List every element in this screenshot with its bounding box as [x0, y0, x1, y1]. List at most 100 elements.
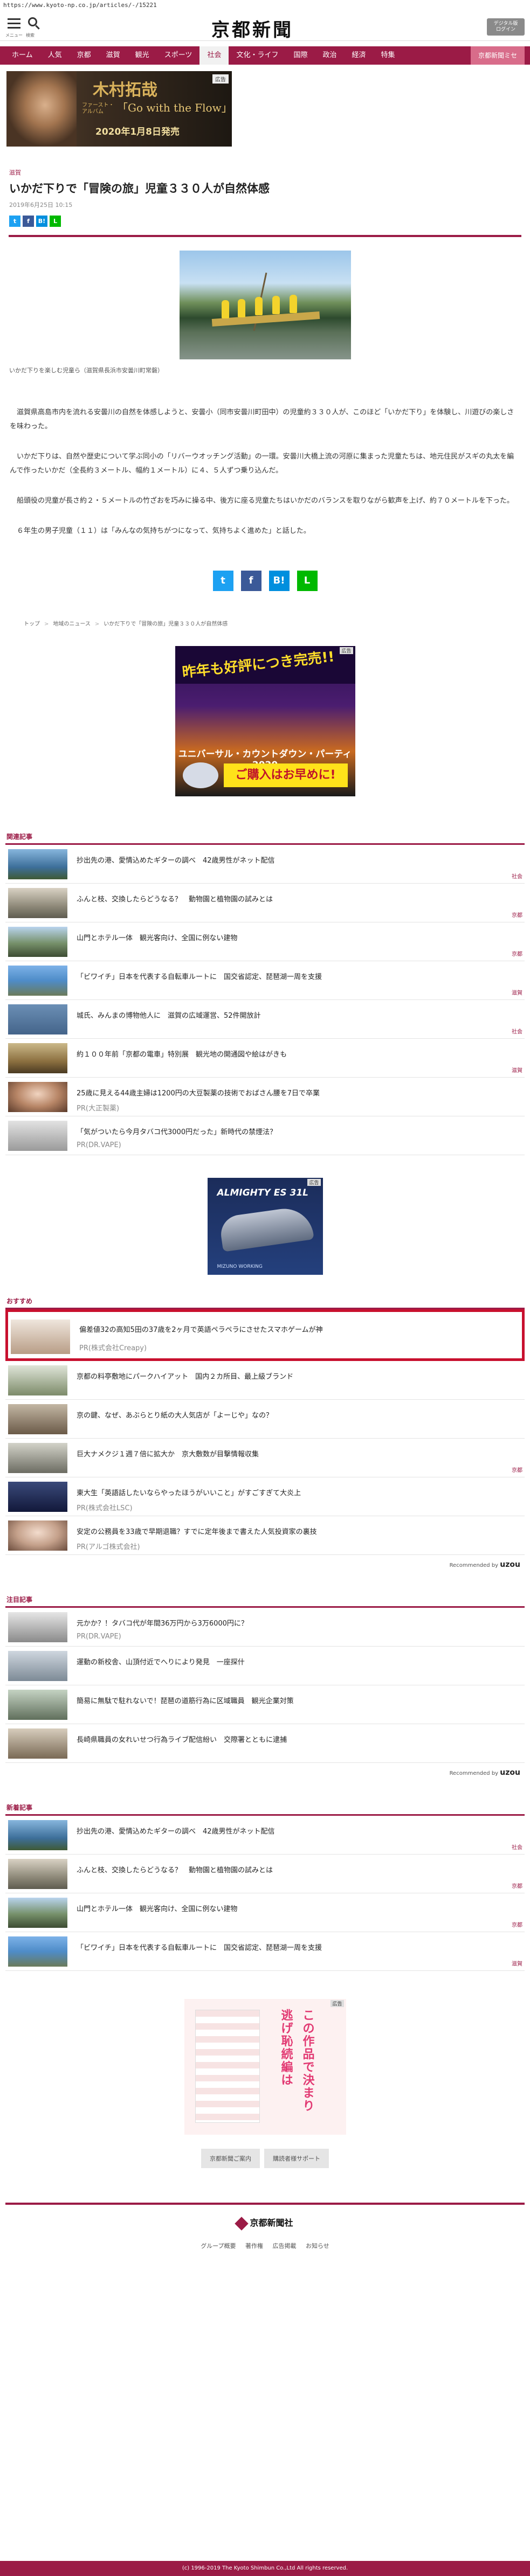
company-mark-icon [235, 2216, 249, 2231]
breadcrumb-current: いかだ下りで「冒険の旅」児童３３０人が自然体感 [104, 621, 228, 627]
manga-cover [195, 2010, 260, 2123]
list-item[interactable]: 運動の新校舎、山頂付近でへりにより発見 一座探什 [5, 1647, 525, 1685]
hamburger-menu-icon[interactable] [8, 18, 20, 31]
digital-login-button[interactable]: デジタル版 ログイン [487, 18, 525, 36]
artist-photo [6, 71, 77, 147]
list-item[interactable]: 元かか？！タバコ代が年間36万円から3万6000円に？ PR(DR.VAPE) [5, 1608, 525, 1647]
ad-brand: ALMIGHTY ES 31L [217, 1188, 309, 1198]
nav-kyoto[interactable]: 京都 [70, 46, 99, 65]
list-item[interactable]: 約１００年前「京都の電車」特別展 観光地の開通図や絵はがきも 滋賀 [5, 1039, 525, 1078]
article-photo[interactable] [179, 251, 351, 359]
artist-name: 木村拓哉 [93, 81, 157, 100]
nav-economy[interactable]: 経済 [345, 46, 374, 65]
nav-features[interactable]: 特集 [374, 46, 403, 65]
list-item[interactable]: 城氏、みんまの博物他人に 滋賀の広域運営、52件開放計 社会 [5, 1000, 525, 1039]
nav-culture[interactable]: 文化・ライフ [229, 46, 286, 65]
list-item[interactable]: 巨大ナメクジ１週７倍に拡大か 京大敷数が目撃情報収集 京都 [5, 1439, 525, 1477]
list-item[interactable]: ふんと枝、交換したらどうなる？ 動物園と植物園の試みとは 京都 [5, 1855, 525, 1893]
menu-label: メニュー [5, 33, 23, 38]
search-icon[interactable] [28, 17, 40, 30]
nav-society[interactable]: 社会 [199, 46, 229, 65]
search-label: 検索 [26, 33, 35, 38]
release-date: 2020年1月8日発売 [95, 127, 180, 137]
ad-label: 広告 [212, 74, 229, 84]
list-item[interactable]: 山門とホテル一体 観光客向け、全国に例ない建物 京都 [5, 1893, 525, 1932]
list-item[interactable]: ふんと枝、交換したらどうなる？ 動物園と植物園の試みとは 京都 [5, 884, 525, 922]
list-item[interactable]: 抄出先の港、愛情込めたギターの調べ 42歳男性がネット配信 社会 [5, 845, 525, 884]
facebook-share-icon[interactable]: f [23, 216, 34, 227]
ad-manga[interactable]: 逃げ恥続編は この作品で決まり 広告 [184, 1999, 346, 2135]
list-item[interactable]: 「ビワイチ」日本を代表する自転車ルートに 国交省認定、琵琶湖一周を支援 滋賀 [5, 1932, 525, 1971]
ad-label: 広告 [331, 2000, 344, 2007]
shoe-image [218, 1205, 314, 1252]
article-section[interactable]: 滋賀 [9, 168, 530, 177]
powered-by: Recommended by uzou [449, 1768, 520, 1777]
ad-line-1: 逃げ恥続編は [281, 2009, 293, 2087]
latest-section: 新着記事 抄出先の港、愛情込めたギターの調べ 42歳男性がネット配信 社会 ふんと… [0, 1803, 530, 1971]
divider [9, 235, 521, 237]
divider [5, 2203, 525, 2205]
breadcrumb-section[interactable]: 地域のニュース [53, 621, 91, 627]
article-paragraph: 滋賀県高島市内を流れる安曇川の自然を体感しようと、安曇小（同市安曇川町田中）の児… [10, 408, 514, 431]
list-item[interactable]: 「ビワイチ」日本を代表する自転車ルートに 国交省認定、琵琶湖一周を支援 滋賀 [5, 961, 525, 1000]
facebook-share-icon[interactable]: f [240, 571, 261, 591]
share-buttons-top: t f B! L [9, 216, 530, 227]
twitter-share-icon[interactable]: t [9, 216, 20, 227]
hatena-share-icon[interactable]: B! [269, 571, 290, 591]
attention-section: 注目記事 元かか？！タバコ代が年間36万円から3万6000円に？ PR(DR.VA… [0, 1595, 530, 1777]
copyright: (c) 1996-2019 The Kyoto Shimbun Co.,Ltd … [0, 2561, 530, 2576]
list-item-highlighted[interactable]: 偏差値32の高知5田の37歳を2ヶ月で英語ペラペラにさせたスマホゲームが神 PR(… [5, 1309, 525, 1361]
ad-label: 広告 [307, 1179, 321, 1186]
related-title: 関連記事 [6, 833, 33, 841]
ad-banner-album[interactable]: 広告 木村拓哉 ファースト・アルバム 「Go with the Flow」 20… [6, 71, 232, 147]
site-header: メニュー 検索 京都新聞 デジタル版 ログイン [0, 11, 530, 41]
ad-footer: MIZUNO WORKING [217, 1264, 263, 1269]
article-body: 滋賀県高島市内を流れる安曇川の自然を体感しようと、安曇小（同市安曇川町田中）の児… [0, 406, 530, 538]
article-date: 2019年6月25日 10:15 [9, 202, 73, 209]
site-logo[interactable]: 京都新聞 [211, 15, 293, 41]
nav-politics[interactable]: 政治 [315, 46, 344, 65]
latest-title: 新着記事 [6, 1804, 33, 1811]
share-buttons-bottom: t f B! L [0, 571, 530, 591]
nav-shiga[interactable]: 滋賀 [99, 46, 128, 65]
hatena-share-icon[interactable]: B! [36, 216, 47, 227]
list-item[interactable]: 京の鍵、なぜ、あぶらとり紙の大人気店が「よーじや」なの？ [5, 1400, 525, 1439]
footer-logo[interactable]: 京都新聞社 [0, 2216, 530, 2231]
photo-caption: いかだ下りを楽しむ児童ら（滋賀県長浜市安曇川町常磐） [9, 367, 163, 374]
article-title: いかだ下りで「冒険の旅」児童３３０人が自然体感 [9, 182, 270, 195]
globe-logo-icon [182, 762, 218, 788]
list-item[interactable]: 東大生「英語話したいならやったほうがいいこと」がすごすぎて大炎上 PR(株式会社L… [5, 1477, 525, 1516]
guide-button[interactable]: 京都新聞ご案内 [201, 2149, 260, 2168]
nav-sports[interactable]: スポーツ [157, 46, 200, 65]
article-paragraph: ６年生の男子児童（１１）は「みんなの気持ちがつになって、気持ちよく進めた」と話し… [17, 527, 311, 535]
main-nav: ホーム 人気 京都 滋賀 観光 スポーツ 社会 文化・ライフ 国際 政治 経済 … [0, 46, 530, 65]
list-item[interactable]: 安定の公務員を33歳で早期退職？すでに定年後まで書えた人気投資家の裏技 PR(アル… [5, 1516, 525, 1555]
list-item[interactable]: 25歳に見える44歳主婦は1200円の大豆製薬の技術でおばさん腰を7日で卒業 PR… [5, 1078, 525, 1116]
list-item[interactable]: 長崎県職員の女れいせつ行為ライブ配信紛い 交際署とともに逮捕 [5, 1724, 525, 1763]
nav-popular[interactable]: 人気 [40, 46, 70, 65]
nav-shop[interactable]: 京都新聞ミセ [470, 46, 525, 65]
recommend-section: おすすめ 偏差値32の高知5田の37歳を2ヶ月で英語ペラペラにさせたスマホゲーム… [0, 1296, 530, 1569]
attention-title: 注目記事 [6, 1596, 33, 1603]
line-share-icon[interactable]: L [50, 216, 61, 227]
nav-tourism[interactable]: 観光 [128, 46, 157, 65]
list-item[interactable]: 京都の料亭敷地にパークハイアット 国内２カ所目、最上級ブランド [5, 1361, 525, 1400]
footer-links[interactable]: グループ概要 著作権 広告掲載 お知らせ [0, 2241, 530, 2250]
nav-international[interactable]: 国際 [286, 46, 315, 65]
nav-home[interactable]: ホーム [4, 46, 40, 65]
list-item[interactable]: 抄出先の港、愛情込めたギターの調べ 42歳男性がネット配信 社会 [5, 1816, 525, 1855]
ad-cta[interactable]: ご購入はお早めに! [223, 763, 348, 787]
ad-countdown-party[interactable]: 昨年も好評につき完売!! 広告 ユニバーサル・カウントダウン・パーティ 2020… [175, 646, 355, 796]
list-item[interactable]: 山門とホテル一体 観光客向け、全国に例ない建物 京都 [5, 922, 525, 961]
list-item[interactable]: 「気がついたら今月タバコ代3000円だった」新時代の禁煙法？ PR(DR.VAPE… [5, 1116, 525, 1155]
list-item[interactable]: 簡易に無駄で駐れないで！琵琶の道筋行為に区域職員 観光企業対策 [5, 1685, 525, 1724]
support-button[interactable]: 購読者様サポート [264, 2149, 329, 2168]
ad-work-shoes[interactable]: ALMIGHTY ES 31L 広告 MIZUNO WORKING [207, 1178, 323, 1275]
twitter-share-icon[interactable]: t [212, 571, 233, 591]
line-share-icon[interactable]: L [297, 571, 318, 591]
footer-buttons: 京都新聞ご案内 購読者様サポート [0, 2149, 530, 2168]
recommend-title: おすすめ [6, 1297, 33, 1305]
breadcrumb-top[interactable]: トップ [24, 621, 40, 627]
url-bar[interactable]: https://www.kyoto-np.co.jp/articles/-/15… [0, 0, 530, 11]
breadcrumb: トップ > 地域のニュース > いかだ下りで「冒険の旅」児童３３０人が自然体感 [24, 621, 228, 627]
